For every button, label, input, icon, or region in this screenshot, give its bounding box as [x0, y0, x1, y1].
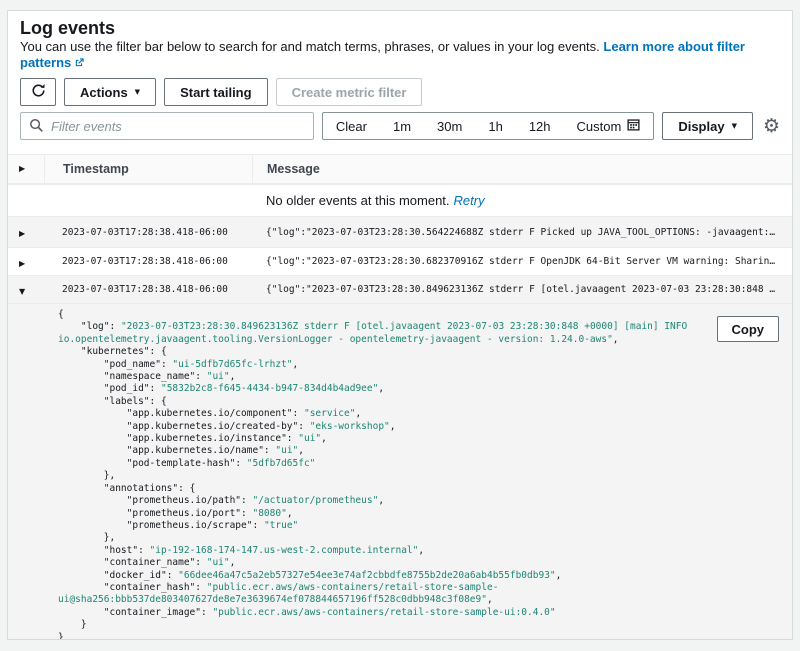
range-30m-button[interactable]: 30m — [424, 113, 475, 139]
timestamp-column-header: Timestamp — [44, 155, 252, 183]
timestamp-cell: 2023-07-03T17:28:38.418-06:00 — [44, 284, 252, 295]
actions-button[interactable]: Actions ▼ — [64, 78, 156, 106]
chevron-down-icon: ▼ — [732, 123, 737, 130]
range-12h-button[interactable]: 12h — [516, 113, 564, 139]
display-button[interactable]: Display ▼ — [662, 112, 753, 140]
filter-bar: Clear 1m 30m 1h 12h Custom Display ▼ ⚙ — [20, 112, 780, 140]
log-events-panel: Log events You can use the filter bar be… — [7, 10, 793, 640]
refresh-button[interactable] — [20, 78, 56, 106]
search-wrap — [20, 112, 314, 140]
timestamp-cell: 2023-07-03T17:28:38.418-06:00 — [44, 227, 252, 238]
table-row[interactable]: ▶ 2023-07-03T17:28:38.418-06:00 {"log":"… — [8, 216, 792, 247]
start-tailing-button[interactable]: Start tailing — [164, 78, 268, 106]
toolbar: Actions ▼ Start tailing Create metric fi… — [20, 78, 780, 106]
settings-gear-icon[interactable]: ⚙ — [763, 117, 780, 136]
expanded-log-detail: Copy { "log": "2023-07-03T23:28:30.84962… — [8, 303, 792, 639]
create-metric-filter-button[interactable]: Create metric filter — [276, 78, 423, 106]
log-json: { "log": "2023-07-03T23:28:30.849623136Z… — [58, 309, 792, 639]
filter-events-input[interactable] — [20, 112, 314, 140]
range-1m-button[interactable]: 1m — [380, 113, 424, 139]
no-older-events-text: No older events at this moment.Retry — [252, 193, 792, 208]
message-cell: {"log":"2023-07-03T23:28:30.682370916Z s… — [252, 256, 792, 267]
table-header: ▶ Timestamp Message — [8, 154, 792, 184]
range-1h-button[interactable]: 1h — [475, 113, 515, 139]
log-events-table: ▶ Timestamp Message No older events at t… — [8, 154, 792, 639]
external-link-icon — [74, 56, 85, 72]
no-older-events-row: No older events at this moment.Retry — [8, 184, 792, 216]
timestamp-cell: 2023-07-03T17:28:38.418-06:00 — [44, 256, 252, 267]
refresh-icon — [31, 83, 46, 101]
table-row-expanded[interactable]: ▼ 2023-07-03T17:28:38.418-06:00 {"log":"… — [8, 275, 792, 303]
copy-button[interactable]: Copy — [717, 316, 780, 342]
expand-row-icon[interactable]: ▶ — [8, 253, 44, 271]
expand-column-icon: ▶ — [19, 165, 25, 173]
range-custom-button[interactable]: Custom — [564, 113, 654, 139]
time-range-control: Clear 1m 30m 1h 12h Custom — [322, 112, 654, 140]
page-title: Log events — [20, 17, 780, 39]
page-description: You can use the filter bar below to sear… — [20, 39, 780, 72]
retry-link[interactable]: Retry — [454, 193, 485, 208]
range-clear-button[interactable]: Clear — [323, 113, 380, 139]
search-icon — [29, 118, 44, 133]
table-row[interactable]: ▶ 2023-07-03T17:28:38.418-06:00 {"log":"… — [8, 247, 792, 275]
calendar-icon — [627, 118, 640, 134]
expand-row-icon[interactable]: ▶ — [8, 223, 44, 241]
message-column-header: Message — [252, 155, 792, 183]
message-cell: {"log":"2023-07-03T23:28:30.849623136Z s… — [252, 284, 792, 295]
message-cell: {"log":"2023-07-03T23:28:30.564224688Z s… — [252, 227, 792, 238]
collapse-row-icon[interactable]: ▼ — [8, 281, 44, 299]
chevron-down-icon: ▼ — [135, 89, 140, 96]
